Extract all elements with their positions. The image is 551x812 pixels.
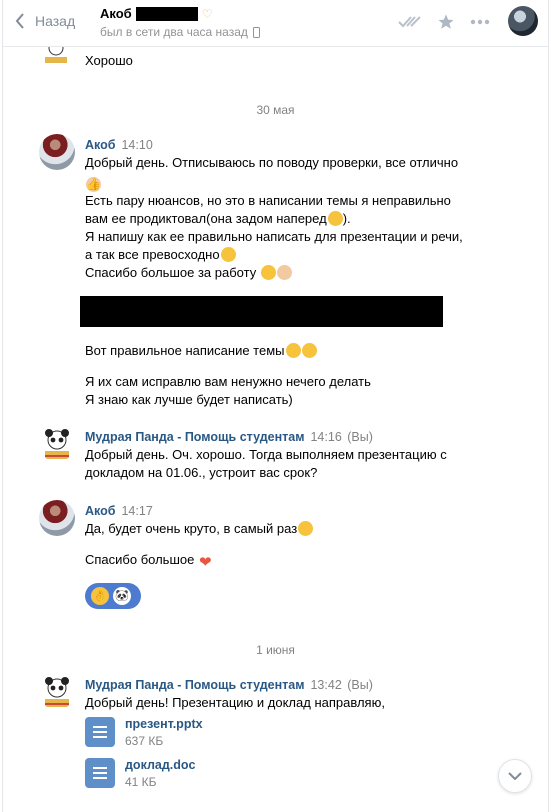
file-name[interactable]: доклад.doc [125,758,196,772]
heart-icon: ♡ [201,6,213,21]
ok-hand-reaction-icon[interactable]: 👌 [91,587,109,605]
back-button[interactable]: Назад [15,13,75,29]
avatar[interactable] [39,500,75,536]
file-attachment[interactable]: доклад.doc 41 КБ [85,758,196,789]
message-line: Спасибо большое за работу [85,265,257,280]
message-author[interactable]: Мудрая Панда - Помощь студентам 13:42 (Вы… [85,678,373,692]
panda-avatar[interactable] [39,674,75,710]
panda-reaction-icon[interactable]: 🐼 [113,587,131,605]
message-body: Вот правильное написание темы [85,342,317,360]
sweat-smile-icon [327,211,343,226]
phone-icon [252,26,260,38]
message-line: Добрый день. Оч. хорошо. Тогда выполняем… [85,447,447,462]
chat-window: Назад Акоб ♡ был в сети два часа назад Х… [2,0,549,812]
scroll-down-button[interactable] [498,759,532,793]
message-line: вам ее продиктовал(она задом наперед [85,211,327,226]
star-eyes-icon [220,247,236,262]
wink-icon [285,343,301,358]
message-text: Добрый день! Презентацию и доклад направ… [85,695,385,710]
contact-info[interactable]: Акоб ♡ был в сети два часа назад [100,6,260,39]
wink-icon [298,521,314,536]
file-size: 41 КБ [125,775,157,789]
message-author[interactable]: Мудрая Панда - Помощь студентам 14:16 (Вы… [85,430,373,444]
chevron-down-icon [508,772,522,780]
thumbs-up-icon: 👍 [86,177,101,192]
message-line: Да, будет очень круто, в самый раз [85,521,298,536]
message-time: 14:17 [121,504,153,518]
message-line: Есть пару нюансов, но это в написании те… [85,193,451,208]
message-time: 14:16 [310,430,342,444]
document-icon [85,717,115,747]
file-attachment[interactable]: презент.pptx 637 КБ [85,717,203,748]
star-icon[interactable] [437,13,455,31]
message-time: 13:42 [310,678,342,692]
heart-icon: ❤ [198,554,212,571]
redacted-name [135,6,198,21]
sunglasses-icon [260,265,276,280]
message-body: Добрый день. Отписываюсь по поводу прове… [85,155,463,280]
panda-avatar[interactable] [39,426,75,462]
message-body: Я их сам исправлю вам ненужно нечего дел… [85,373,371,409]
message-author[interactable]: Акоб 14:10 [85,138,153,152]
back-label: Назад [35,13,76,29]
contact-status: был в сети два часа назад [100,25,248,39]
redacted-block [80,296,443,327]
message-line: Спасибо большое [85,552,195,567]
avatar[interactable] [39,134,75,170]
message-line: Добрый день. Отписываюсь по поводу прове… [85,155,459,170]
message-line: а так все превосходно [85,247,220,262]
message-body: Добрый день. Оч. хорошо. Тогда выполняем… [85,446,447,482]
document-icon [85,758,115,788]
message-line: докладом на 01.06., устроит вас срок? [85,465,318,480]
chat-header: Назад Акоб ♡ был в сети два часа назад [3,0,548,47]
reactions-bar[interactable]: 👌 🐼 [85,583,141,609]
file-size: 637 КБ [125,734,164,748]
contact-avatar[interactable] [508,6,538,36]
double-check-icon[interactable] [398,15,422,29]
message-body: Спасибо большое ❤ [85,551,212,570]
message-body: Да, будет очень круто, в самый раз [85,520,314,538]
message-line: Я напишу как ее правильно написать для п… [85,229,463,244]
date-separator: 1 июня [256,643,295,657]
message-line: Я знаю как лучше будет написать) [85,392,293,407]
message-text: Хорошо [85,53,133,68]
message-line: Я их сам исправлю вам ненужно нечего дел… [85,374,371,389]
message-time: 14:10 [121,138,153,152]
ok-hand-icon [301,343,317,358]
message-line: Вот правильное написание темы [85,343,285,358]
chevron-left-icon [15,13,24,29]
more-icon[interactable] [470,19,490,25]
date-separator: 30 мая [256,103,295,117]
contact-name: Акоб [100,6,132,21]
file-name[interactable]: презент.pptx [125,717,203,731]
message-author[interactable]: Акоб 14:17 [85,504,153,518]
handshake-icon [276,265,292,280]
